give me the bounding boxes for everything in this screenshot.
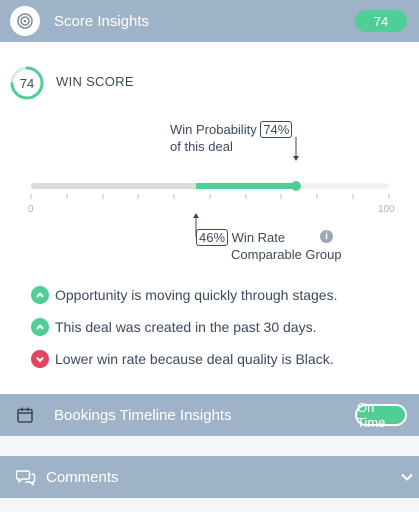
insight-item: Opportunity is moving quickly through st… bbox=[31, 286, 337, 304]
win-rate-label: 46% Win Rate bbox=[196, 229, 285, 246]
bookings-timeline-header[interactable]: Bookings Timeline Insights On Time bbox=[0, 394, 419, 436]
insight-text: This deal was created in the past 30 day… bbox=[55, 319, 317, 335]
info-icon[interactable]: i bbox=[320, 230, 333, 243]
target-icon bbox=[10, 6, 40, 36]
bookings-timeline-title: Bookings Timeline Insights bbox=[54, 406, 232, 424]
comments-title: Comments bbox=[46, 468, 119, 486]
win-rate-label-line2: Comparable Group bbox=[231, 247, 342, 262]
insight-item: This deal was created in the past 30 day… bbox=[31, 318, 316, 336]
chevron-down-icon bbox=[31, 350, 49, 368]
win-score-value: 74 bbox=[19, 75, 35, 91]
win-score-title: WIN SCORE bbox=[56, 74, 134, 89]
score-badge: 74 bbox=[355, 10, 407, 32]
bottom-area bbox=[0, 498, 419, 512]
score-insights-title: Score Insights bbox=[54, 12, 150, 30]
insight-text: Lower win rate because deal quality is B… bbox=[55, 351, 334, 367]
scale-max-label: 100 bbox=[378, 204, 395, 215]
calendar-icon bbox=[16, 406, 34, 424]
chevron-up-icon bbox=[31, 286, 49, 304]
win-rate-value: 46% bbox=[196, 229, 229, 246]
scale-min-label: 0 bbox=[28, 204, 34, 215]
comments-icon bbox=[16, 468, 36, 486]
chevron-up-icon bbox=[31, 318, 49, 336]
comments-header[interactable]: Comments bbox=[0, 456, 419, 498]
insight-item: Lower win rate because deal quality is B… bbox=[31, 350, 334, 368]
score-insights-header[interactable]: Score Insights 74 bbox=[0, 0, 419, 42]
insight-text: Opportunity is moving quickly through st… bbox=[55, 287, 338, 303]
section-divider bbox=[0, 436, 419, 456]
win-rate-label-line1: Win Rate bbox=[231, 230, 286, 245]
on-time-badge: On Time bbox=[355, 400, 407, 430]
chevron-down-icon[interactable] bbox=[400, 470, 414, 489]
